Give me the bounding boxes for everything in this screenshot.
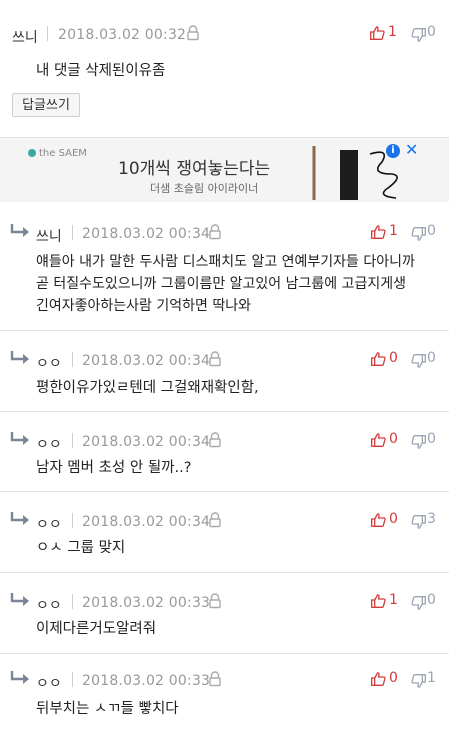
meta-divider	[72, 352, 73, 367]
dislike-count: 1	[427, 670, 436, 686]
meta-divider	[72, 672, 73, 687]
comment-text: 얘들아 내가 말한 두사람 디스패치도 알고 연예부기자들 다아니까 곧 터질수…	[36, 251, 415, 317]
comment-text-line: 뒤부치는 ㅅㄲ들 빻치다	[36, 701, 179, 717]
lock-icon[interactable]	[186, 25, 200, 41]
comment-text-line: 얘들아 내가 말한 두사람 디스패치도 알고 연예부기자들 다아니까	[36, 254, 415, 270]
thumbs-up-icon	[370, 26, 385, 40]
meta-divider	[72, 225, 73, 240]
comment-date: 2018.03.02 00:34	[82, 353, 211, 369]
reply-item: 쓰니 2018.03.02 00:34 1 0 얘들아 내가 말한 두사람 디스…	[0, 202, 449, 331]
meta-divider	[72, 594, 73, 609]
lock-icon[interactable]	[208, 432, 222, 448]
like-count: 0	[389, 350, 398, 366]
comment-nickname: ㅇㅇ	[36, 676, 62, 692]
thumbs-down-icon	[411, 674, 426, 688]
meta-divider	[72, 433, 73, 448]
eyeliner-pen-image	[312, 146, 398, 200]
reply-item: ㅇㅇ 2018.03.02 00:33 0 1 뒤부치는 ㅅㄲ들 빻치다	[0, 654, 449, 734]
comment-nickname: ㅇㅇ	[36, 356, 62, 372]
meta-divider	[72, 513, 73, 528]
dislike-count: 0	[427, 350, 436, 366]
comment-text-line: 긴여자좋아하는사람 기억하면 딱나와	[36, 298, 251, 314]
like-count: 1	[388, 24, 397, 40]
reply-item: ㅇㅇ 2018.03.02 00:34 0 0 남자 멤버 초성 안 될까..?	[0, 412, 449, 492]
dislike-count: 0	[427, 223, 436, 239]
comment-nickname: 쓰니	[12, 30, 38, 46]
reply-item: ㅇㅇ 2018.03.02 00:33 1 0 이제다른거도알려줘	[0, 573, 449, 654]
meta-divider	[47, 26, 48, 41]
brand-dot-icon	[28, 149, 36, 157]
comment-nickname: ㅇㅇ	[36, 517, 62, 533]
comment-text: 평한이유가있ㄹ텐데 그걸왜재확인함,	[36, 377, 259, 399]
thumbs-down-icon	[411, 596, 426, 610]
lock-icon[interactable]	[208, 224, 222, 240]
comment-text-line: 내 댓글 삭제된이유좀	[36, 63, 166, 79]
comment-date: 2018.03.02 00:34	[82, 226, 211, 242]
comment-text: ㅇㅅ 그룹 맞지	[36, 537, 125, 559]
dislike-count: 3	[427, 511, 436, 527]
like-count: 0	[389, 670, 398, 686]
lock-icon[interactable]	[208, 351, 222, 367]
write-reply-button[interactable]: 답글쓰기	[12, 93, 80, 117]
comment-text-line: ㅇㅅ 그룹 맞지	[36, 540, 126, 556]
comment-nickname: ㅇㅇ	[36, 437, 62, 453]
thumbs-down-icon	[411, 515, 426, 529]
comment-text-line: 이제다른거도알려줘	[36, 621, 157, 637]
ad-brand-name: the SAEM	[39, 148, 87, 159]
thumbs-up-icon	[371, 225, 386, 239]
dislike-count: 0	[427, 24, 436, 40]
comment-text: 내 댓글 삭제된이유좀	[36, 60, 165, 82]
lock-icon[interactable]	[208, 512, 222, 528]
comment-text-line: 남자 멤버 초성 안 될까..?	[36, 460, 192, 476]
thumbs-up-icon	[371, 672, 386, 686]
reply-arrow-icon	[10, 224, 29, 237]
reply-arrow-icon	[10, 671, 29, 684]
comment-text: 이제다른거도알려줘	[36, 618, 156, 640]
like-count: 1	[389, 223, 398, 239]
ad-info-icon[interactable]: i	[386, 144, 400, 158]
ad-subline: 더샘 초슬림 아이라이너	[150, 182, 259, 195]
lock-icon[interactable]	[208, 593, 222, 609]
reply-item: ㅇㅇ 2018.03.02 00:34 0 3 ㅇㅅ 그룹 맞지	[0, 492, 449, 573]
like-count: 0	[389, 511, 398, 527]
thumbs-up-icon	[371, 352, 386, 366]
thumbs-down-icon	[411, 354, 426, 368]
dislike-count: 0	[427, 431, 436, 447]
ad-brand-logo: the SAEM	[28, 148, 87, 159]
reply-arrow-icon	[10, 512, 29, 525]
like-count: 1	[389, 592, 398, 608]
ad-close-icon[interactable]: ✕	[405, 141, 418, 159]
thumbs-up-icon	[371, 594, 386, 608]
thumbs-down-icon	[411, 227, 426, 241]
comment-date: 2018.03.02 00:32	[58, 27, 187, 43]
dislike-count: 0	[427, 592, 436, 608]
comment-text-line: 곧 터질수도있으니까 그룹이름만 알고있어 남그룹에 고급지게생	[36, 276, 407, 292]
ad-banner[interactable]: the SAEM 10개씩 쟁여놓는다는 더샘 초슬림 아이라이너 i ✕	[0, 137, 449, 203]
thumbs-up-icon	[371, 433, 386, 447]
comment-item: 쓰니 2018.03.02 00:32 1 0 내 댓글 삭제된이유좀 답글쓰기	[0, 0, 449, 138]
comment-nickname: 쓰니	[36, 229, 62, 245]
like-count: 0	[389, 431, 398, 447]
reply-arrow-icon	[10, 351, 29, 364]
reply-arrow-icon	[10, 593, 29, 606]
thumbs-down-icon	[411, 28, 426, 42]
ad-headline: 10개씩 쟁여놓는다는	[118, 159, 271, 179]
comment-date: 2018.03.02 00:33	[82, 673, 211, 689]
comment-nickname: ㅇㅇ	[36, 598, 62, 614]
comment-date: 2018.03.02 00:34	[82, 514, 211, 530]
thumbs-down-icon	[411, 435, 426, 449]
comment-date: 2018.03.02 00:34	[82, 434, 211, 450]
comment-date: 2018.03.02 00:33	[82, 595, 211, 611]
reply-item: ㅇㅇ 2018.03.02 00:34 0 0 평한이유가있ㄹ텐데 그걸왜재확인…	[0, 331, 449, 412]
thumbs-up-icon	[371, 513, 386, 527]
lock-icon[interactable]	[208, 671, 222, 687]
comment-text-line: 평한이유가있ㄹ텐데 그걸왜재확인함,	[36, 380, 259, 396]
comment-text: 뒤부치는 ㅅㄲ들 빻치다	[36, 698, 179, 720]
comment-text: 남자 멤버 초성 안 될까..?	[36, 457, 191, 479]
reply-arrow-icon	[10, 432, 29, 445]
